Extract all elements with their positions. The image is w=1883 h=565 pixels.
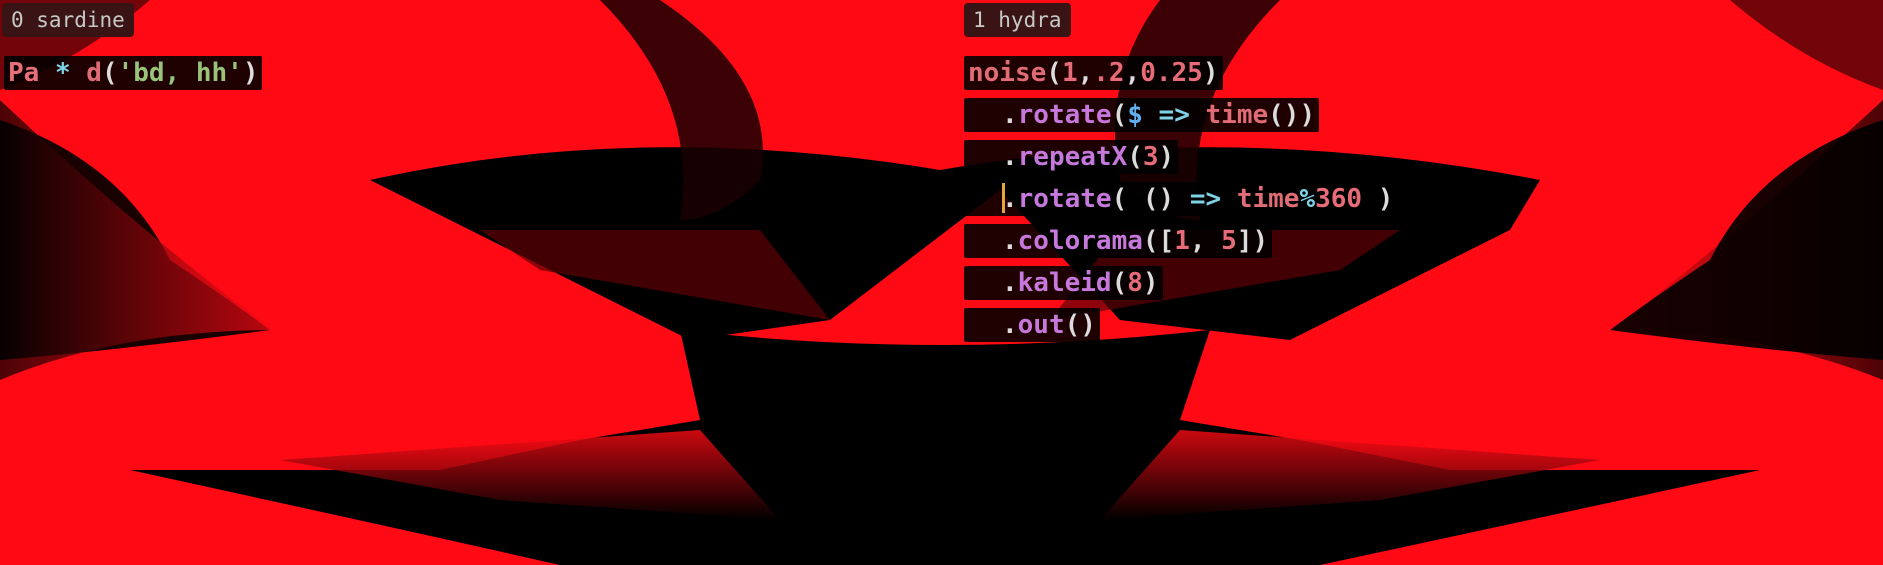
pane-tab-sardine[interactable]: 0 sardine [2, 3, 134, 37]
sardine-pane[interactable]: 0 sardine Pa * d('bd, hh') [0, 0, 960, 565]
code-line[interactable]: .colorama([1, 5]) [964, 220, 1397, 262]
code-line[interactable]: noise(1,.2,0.25) [964, 52, 1397, 94]
code-editor-hydra[interactable]: noise(1,.2,0.25) .rotate($ => time()) .r… [964, 52, 1398, 346]
code-line[interactable]: .rotate($ => time()) [964, 94, 1397, 136]
code-line[interactable]: Pa * d('bd, hh') [4, 52, 263, 94]
hydra-pane[interactable]: 1 hydra noise(1,.2,0.25) .rotate($ => ti… [960, 0, 1883, 565]
pane-tab-hydra[interactable]: 1 hydra [964, 3, 1071, 37]
code-editor-sardine[interactable]: Pa * d('bd, hh') [4, 52, 263, 94]
code-line[interactable]: .out() [964, 304, 1397, 346]
code-line[interactable]: .repeatX(3) [964, 136, 1397, 178]
code-line-active[interactable]: .rotate( () => time%360 ) [964, 178, 1398, 220]
code-line[interactable]: .kaleid(8) [964, 262, 1397, 304]
